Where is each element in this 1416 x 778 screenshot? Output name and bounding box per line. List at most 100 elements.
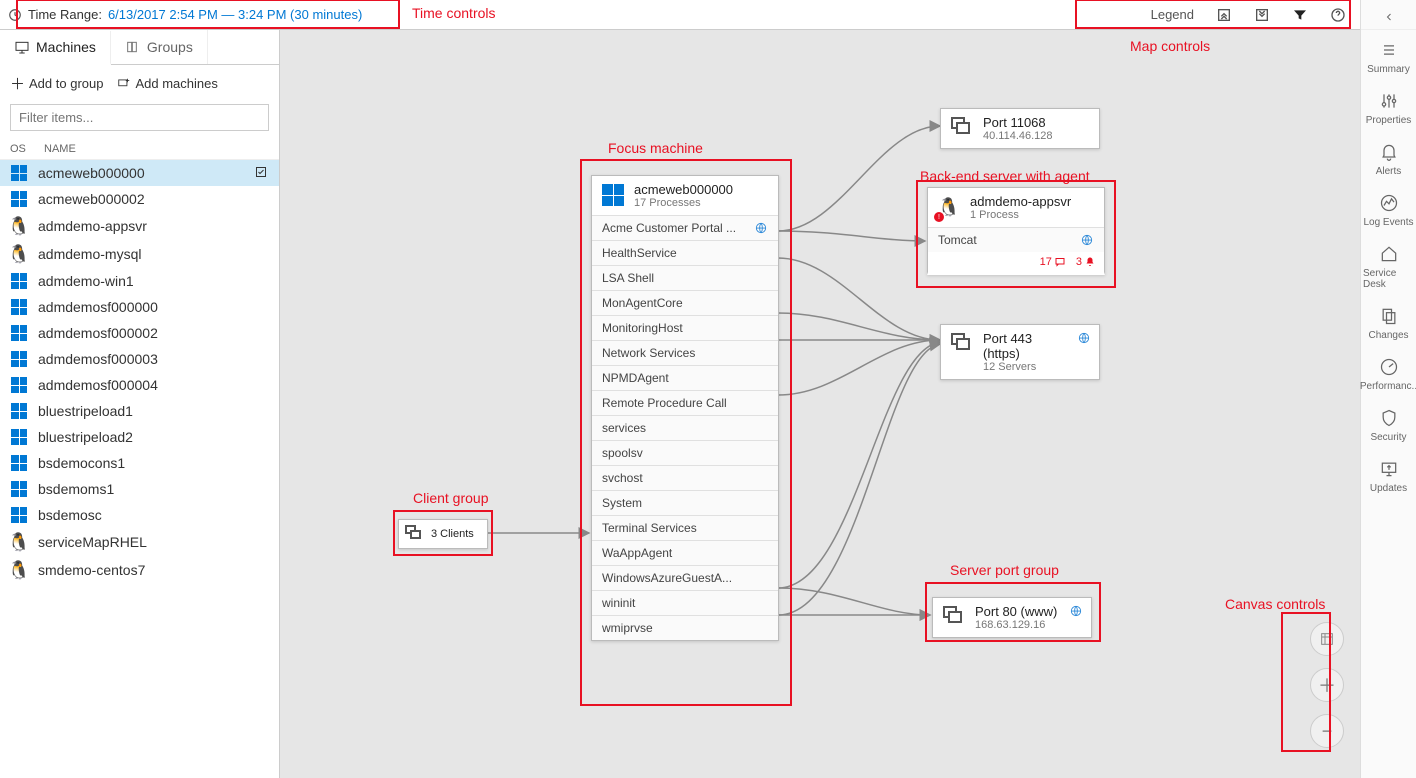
list-item[interactable]: admdemosf000000 xyxy=(0,294,279,320)
rail-log-events[interactable]: Log Events xyxy=(1361,183,1416,234)
process-name: Tomcat xyxy=(938,233,977,247)
tab-label: Groups xyxy=(147,39,193,55)
rail-collapse-button[interactable] xyxy=(1361,4,1416,30)
port-80-node[interactable]: Port 80 (www) 168.63.129.16 xyxy=(932,597,1092,638)
tab-groups[interactable]: Groups xyxy=(111,30,208,64)
list-item[interactable]: admdemosf000002 xyxy=(0,320,279,346)
annot-client-group: Client group xyxy=(413,490,489,506)
globe-icon xyxy=(754,221,768,235)
filter-input[interactable] xyxy=(10,104,269,131)
process-row[interactable]: wmiprvse xyxy=(592,615,778,640)
rail-service-desk[interactable]: Service Desk xyxy=(1361,234,1416,296)
globe-icon xyxy=(1080,233,1094,247)
help-icon[interactable] xyxy=(1330,7,1346,23)
list-item[interactable]: admdemosf000004 xyxy=(0,372,279,398)
list-item[interactable]: bluestripeload2 xyxy=(0,424,279,450)
col-os[interactable]: OS xyxy=(10,143,44,155)
right-rail: Summary Properties Alerts Log Events Ser… xyxy=(1360,0,1416,778)
process-row[interactable]: System xyxy=(592,490,778,515)
process-row[interactable]: Terminal Services xyxy=(592,515,778,540)
zoom-fit-button[interactable] xyxy=(1310,622,1344,656)
process-row[interactable]: Acme Customer Portal ... xyxy=(592,215,778,240)
map-canvas[interactable]: 3 Clients acmeweb000000 17 Processes Acm… xyxy=(280,30,1360,778)
list-item[interactable]: 🐧admdemo-appsvr xyxy=(0,212,279,240)
tab-machines[interactable]: Machines xyxy=(0,31,111,65)
process-name: WindowsAzureGuestA... xyxy=(602,571,732,585)
process-name: wmiprvse xyxy=(602,621,653,635)
col-name[interactable]: NAME xyxy=(44,143,76,155)
process-row[interactable]: spoolsv xyxy=(592,440,778,465)
appsvr-node[interactable]: 🐧! admdemo-appsvr 1 Process Tomcat 17 3 xyxy=(927,187,1105,275)
port-443-node[interactable]: Port 443 (https) 12 Servers xyxy=(940,324,1100,380)
zoom-in-button[interactable]: ＋ xyxy=(1310,668,1344,702)
process-row[interactable]: MonitoringHost xyxy=(592,315,778,340)
chat-icon xyxy=(1054,256,1066,268)
rail-alerts[interactable]: Alerts xyxy=(1361,132,1416,183)
list-item[interactable]: 🐧smdemo-centos7 xyxy=(0,556,279,584)
list-item[interactable]: acmeweb000000 xyxy=(0,160,279,186)
port-11068-node[interactable]: Port 11068 40.114.46.128 xyxy=(940,108,1100,149)
process-row[interactable]: WaAppAgent xyxy=(592,540,778,565)
process-row[interactable]: Tomcat xyxy=(928,227,1104,252)
legend-button[interactable]: Legend xyxy=(1151,7,1194,22)
annot-backend: Back-end server with agent xyxy=(920,168,1090,184)
list-item[interactable]: acmeweb000002 xyxy=(0,186,279,212)
machine-name: bluestripeload2 xyxy=(38,429,245,445)
linux-icon: 🐧! xyxy=(936,194,962,220)
sliders-icon xyxy=(1379,91,1399,111)
rail-security[interactable]: Security xyxy=(1361,398,1416,449)
rail-changes[interactable]: Changes xyxy=(1361,296,1416,347)
process-row[interactable]: WindowsAzureGuestA... xyxy=(592,565,778,590)
list-item[interactable]: bsdemosc xyxy=(0,502,279,528)
add-to-group-button[interactable]: ＋Add to group xyxy=(10,73,103,94)
list-item[interactable]: admdemo-win1 xyxy=(0,268,279,294)
list-item[interactable]: bsdemocons1 xyxy=(0,450,279,476)
windows-icon xyxy=(10,507,28,523)
filter-icon[interactable] xyxy=(1292,7,1308,23)
annot-focus-machine: Focus machine xyxy=(608,140,703,156)
list-item[interactable]: bluestripeload1 xyxy=(0,398,279,424)
process-row[interactable]: HealthService xyxy=(592,240,778,265)
windows-icon xyxy=(10,273,28,289)
windows-icon xyxy=(10,377,28,393)
collapse-all-icon[interactable] xyxy=(1216,7,1232,23)
badge-changes[interactable]: 17 xyxy=(1040,256,1066,268)
server-stack-icon xyxy=(949,331,975,357)
process-row[interactable]: LSA Shell xyxy=(592,265,778,290)
process-row[interactable]: services xyxy=(592,415,778,440)
process-name: LSA Shell xyxy=(602,271,654,285)
process-row[interactable]: Network Services xyxy=(592,340,778,365)
process-row[interactable]: MonAgentCore xyxy=(592,290,778,315)
zoom-out-button[interactable]: − xyxy=(1310,714,1344,748)
process-name: NPMDAgent xyxy=(602,371,669,385)
process-row[interactable]: NPMDAgent xyxy=(592,365,778,390)
process-row[interactable]: wininit xyxy=(592,590,778,615)
machine-name: bsdemocons1 xyxy=(38,455,245,471)
left-toolbar: ＋Add to group Add machines xyxy=(0,65,279,102)
button-label: Add to group xyxy=(29,76,103,91)
client-group-node[interactable]: 3 Clients xyxy=(398,519,488,549)
list-item[interactable]: admdemosf000003 xyxy=(0,346,279,372)
annot-server-port: Server port group xyxy=(950,562,1059,578)
list-item[interactable]: 🐧admdemo-mysql xyxy=(0,240,279,268)
tab-label: Machines xyxy=(36,39,96,55)
row-checkbox[interactable] xyxy=(255,166,269,181)
process-row[interactable]: Remote Procedure Call xyxy=(592,390,778,415)
expand-all-icon[interactable] xyxy=(1254,7,1270,23)
speedometer-icon xyxy=(1379,357,1399,377)
rail-summary[interactable]: Summary xyxy=(1361,30,1416,81)
time-range-control[interactable]: Time Range: 6/13/2017 2:54 PM — 3:24 PM … xyxy=(8,7,362,22)
globe-icon xyxy=(1069,604,1083,618)
windows-icon xyxy=(10,351,28,367)
rail-properties[interactable]: Properties xyxy=(1361,81,1416,132)
process-row[interactable]: svchost xyxy=(592,465,778,490)
add-machines-button[interactable]: Add machines xyxy=(117,73,217,94)
linux-icon: 🐧 xyxy=(10,245,28,263)
rail-label: Summary xyxy=(1367,64,1410,75)
focus-machine-node[interactable]: acmeweb000000 17 Processes Acme Customer… xyxy=(591,175,779,641)
rail-performance[interactable]: Performanc.. xyxy=(1361,347,1416,398)
badge-alerts[interactable]: 3 xyxy=(1076,256,1096,268)
rail-updates[interactable]: Updates xyxy=(1361,449,1416,500)
list-item[interactable]: bsdemoms1 xyxy=(0,476,279,502)
list-item[interactable]: 🐧serviceMapRHEL xyxy=(0,528,279,556)
